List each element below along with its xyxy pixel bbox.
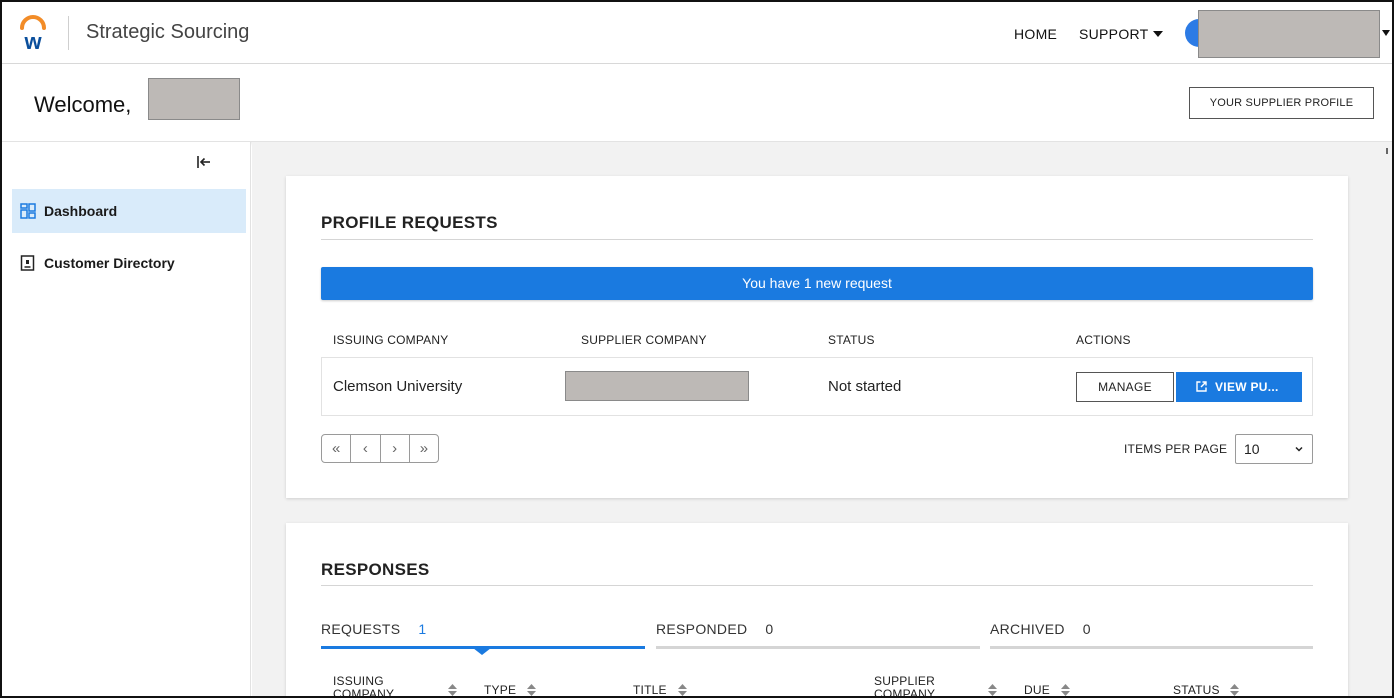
sort-icon[interactable] [1230,684,1239,696]
welcome-heading: Welcome, [34,92,132,117]
tab-responded[interactable]: RESPONDED 0 [656,621,773,637]
first-page-button[interactable]: « [322,435,352,462]
logo-divider [68,16,69,50]
supplier-profile-button[interactable]: YOUR SUPPLIER PROFILE [1189,87,1374,119]
caret-down-icon [1152,31,1163,37]
nav-support-menu[interactable]: SUPPORT [1079,26,1163,42]
sort-icon[interactable] [527,684,536,696]
tab-label: REQUESTS [321,621,401,637]
sort-icon[interactable] [678,684,687,696]
app-title: Strategic Sourcing [86,21,250,43]
welcome-bar: Welcome, YOUR SUPPLIER PROFILE [2,64,1392,142]
scrollbar[interactable] [1386,148,1388,154]
items-per-page-label: ITEMS PER PAGE [1124,442,1228,456]
sort-icon[interactable] [1061,684,1070,696]
sidebar-item-label: Customer Directory [44,255,175,271]
user-menu-caret-icon[interactable] [1382,30,1390,36]
manage-button[interactable]: MANAGE [1076,372,1174,402]
profile-requests-title: PROFILE REQUESTS [321,213,498,232]
nav-home-link[interactable]: HOME [1014,26,1057,42]
nav-support-label: SUPPORT [1079,26,1149,42]
user-name-redacted[interactable] [1198,10,1380,58]
sidebar: Dashboard Customer Directory [2,142,251,696]
view-public-profile-button[interactable]: VIEW PU... [1176,372,1302,402]
workday-logo-icon[interactable]: w [18,14,48,52]
sort-icon[interactable] [988,684,997,696]
tab-count: 1 [418,621,427,637]
tab-requests[interactable]: REQUESTS 1 [321,621,427,637]
col-issuing-company[interactable]: ISSUING COMPANY [333,675,403,697]
active-tab-pointer [473,648,491,655]
tab-indicator [990,646,1313,649]
responses-card [286,523,1348,696]
sidebar-item-dashboard[interactable]: Dashboard [12,189,246,233]
col-supplier-company[interactable]: SUPPLIER COMPANY [874,675,944,697]
responses-title: RESPONSES [321,560,430,579]
last-page-button[interactable]: » [410,435,438,462]
tab-label: ARCHIVED [990,621,1065,637]
section-divider [321,239,1313,240]
sidebar-item-customer-directory[interactable]: Customer Directory [12,241,246,285]
col-title[interactable]: TITLE [633,684,667,697]
tab-label: RESPONDED [656,621,748,637]
sort-icon[interactable] [448,684,457,696]
prev-page-button[interactable]: ‹ [351,435,381,462]
section-divider [321,585,1313,586]
col-status: STATUS [828,333,875,347]
chevron-down-icon [1295,446,1303,452]
col-issuing-company: ISSUING COMPANY [333,333,449,347]
tab-count: 0 [765,621,774,637]
tab-indicator [656,646,980,649]
directory-icon [20,255,35,271]
top-bar: w Strategic Sourcing HOME SUPPORT [2,2,1392,64]
sidebar-item-label: Dashboard [44,203,118,219]
collapse-sidebar-icon[interactable] [196,154,212,170]
items-per-page-select[interactable]: 10 [1235,434,1313,464]
col-type[interactable]: TYPE [484,684,516,697]
dashboard-icon [20,203,36,219]
welcome-name-redacted [148,78,240,120]
col-supplier-company: SUPPLIER COMPANY [581,333,707,347]
external-link-icon [1196,381,1207,392]
tab-count: 0 [1082,621,1091,637]
app-frame: w Strategic Sourcing HOME SUPPORT Welcom… [0,0,1394,698]
pagination: « ‹ › » [321,434,439,463]
logo-letter: w [23,29,42,52]
issuing-company-cell: Clemson University [333,378,463,395]
tab-archived[interactable]: ARCHIVED 0 [990,621,1091,637]
col-status[interactable]: STATUS [1173,684,1220,697]
items-per-page-value: 10 [1244,441,1260,457]
new-request-banner: You have 1 new request [321,267,1313,300]
col-actions: ACTIONS [1076,333,1131,347]
next-page-button[interactable]: › [381,435,410,462]
view-button-label: VIEW PU... [1215,380,1279,394]
status-cell: Not started [828,378,902,395]
supplier-company-redacted [565,371,749,401]
col-due[interactable]: DUE [1024,684,1050,697]
